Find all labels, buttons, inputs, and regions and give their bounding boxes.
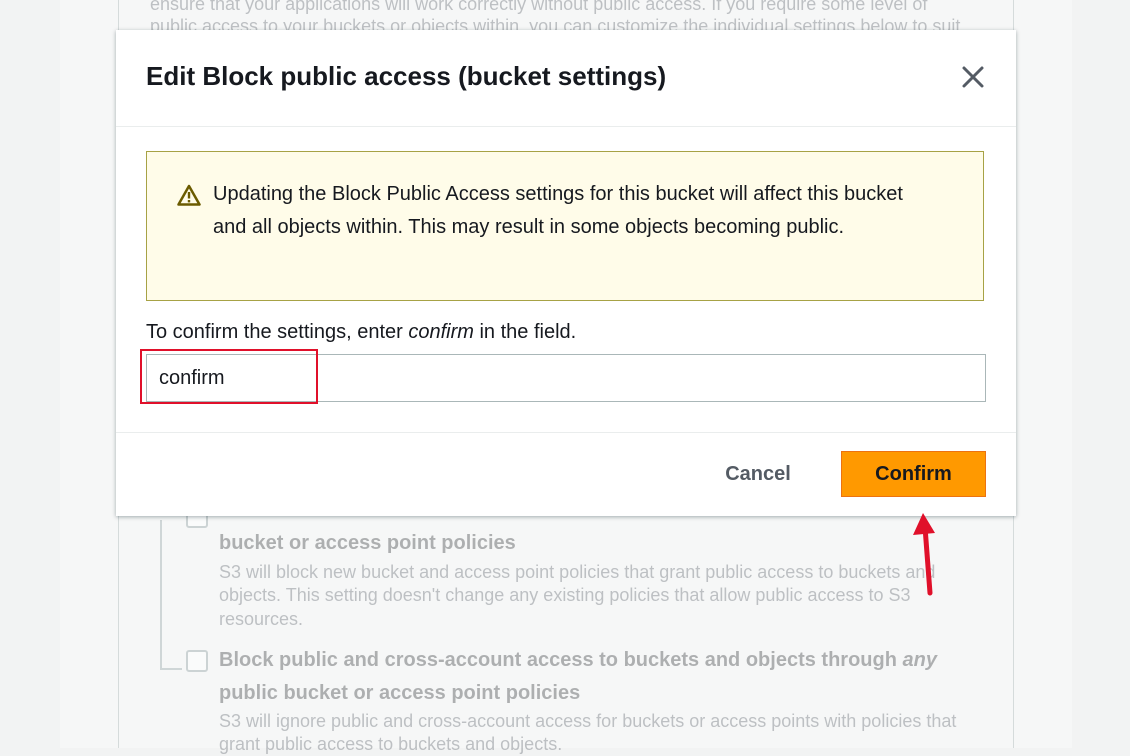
bg-policy-desc-line2: objects. This setting doesn't change any… <box>219 585 911 605</box>
bg-tree-line <box>160 520 182 670</box>
edit-block-public-access-modal: Edit Block public access (bucket setting… <box>116 30 1016 516</box>
cancel-button[interactable]: Cancel <box>712 451 804 497</box>
bg-policy-desc-line3: resources. <box>219 609 304 629</box>
bg-checkbox-cross-account[interactable] <box>186 650 208 672</box>
bg-cross-title-line1: Block public and cross-account access to… <box>219 649 937 671</box>
bg-policy-title: bucket or access point policies <box>219 532 516 554</box>
modal-title: Edit Block public access (bucket setting… <box>146 61 667 91</box>
close-button[interactable] <box>958 62 988 92</box>
close-icon <box>962 66 984 88</box>
bg-cross-desc-line2: grant public access to buckets and objec… <box>219 734 563 754</box>
warning-alert-text: Updating the Block Public Access setting… <box>213 183 903 238</box>
confirm-instruction-label: To confirm the settings, enter confirm i… <box>146 321 577 343</box>
warning-icon <box>177 184 201 206</box>
arrow-annotation-icon <box>913 513 935 596</box>
modal-header: Edit Block public access (bucket setting… <box>116 30 1016 127</box>
warning-alert: Updating the Block Public Access setting… <box>146 151 984 301</box>
input-highlight-annotation <box>140 349 318 404</box>
bg-cross-desc-line1: S3 will ignore public and cross-account … <box>219 711 957 731</box>
bg-cross-title-line2: public bucket or access point policies <box>219 682 581 704</box>
confirm-button[interactable]: Confirm <box>841 451 986 497</box>
bg-policy-desc-line1: S3 will block new bucket and access poin… <box>219 562 936 582</box>
modal-footer: Cancel Confirm <box>116 432 1016 517</box>
